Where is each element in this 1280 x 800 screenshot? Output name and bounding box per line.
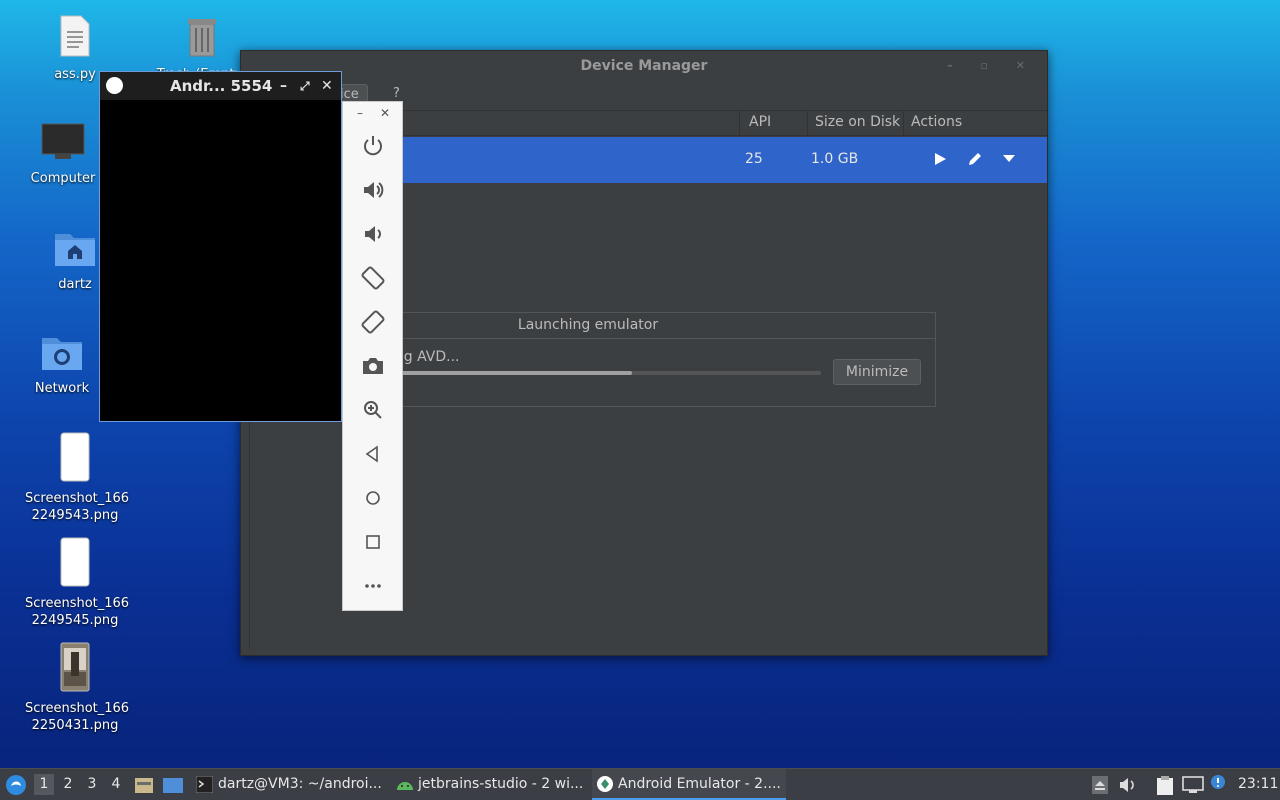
terminal-icon [196, 776, 213, 793]
desktop-icon-computer[interactable]: Computer [25, 122, 101, 186]
rotate-right-icon[interactable] [360, 309, 386, 335]
desktop-icon-screenshot-3[interactable]: Screenshot_166 2250431.png [25, 642, 130, 734]
more-icon[interactable] [360, 573, 386, 599]
task-label: Android Emulator - 2.... [618, 776, 781, 792]
eject-icon[interactable] [1092, 776, 1108, 794]
updates-icon[interactable] [1210, 774, 1226, 790]
trash-icon [188, 19, 216, 57]
image-file-icon [60, 537, 90, 587]
close-icon[interactable]: ✕ [321, 72, 333, 100]
overview-icon[interactable] [360, 529, 386, 555]
back-icon[interactable] [360, 441, 386, 467]
android-icon [397, 782, 413, 790]
column-header-size[interactable]: Size on Disk [815, 114, 900, 130]
task-label: jetbrains-studio - 2 wi... [418, 776, 584, 792]
desktop-icon-label-line1: Screenshot_166 [25, 701, 130, 716]
toolbar-minimize-icon[interactable]: – [357, 106, 363, 120]
emulator-title: Andr... 5554 [170, 77, 273, 95]
column-header-actions: Actions [911, 114, 963, 130]
emulator-window: Andr... 5554 – ⤢ ✕ [99, 71, 342, 422]
desktop-icon-screenshot-2[interactable]: Screenshot_166 2249545.png [25, 537, 130, 629]
computer-icon [41, 123, 85, 159]
desktop-icon-label-line1: Screenshot_166 [25, 596, 130, 611]
minimize-icon[interactable]: – [280, 72, 287, 100]
launch-progress-bar [391, 371, 821, 375]
desktop-icon-label: Computer [30, 171, 96, 186]
volume-down-icon[interactable] [360, 221, 386, 247]
power-icon[interactable] [360, 133, 386, 159]
dropdown-icon[interactable] [1002, 154, 1016, 164]
desktop-icon-trash[interactable]: Trash (Empty) [152, 14, 252, 74]
show-desktop-icon[interactable] [162, 775, 184, 795]
task-label: dartz@VM3: ~/androi... [218, 776, 382, 792]
row-size: 1.0 GB [811, 151, 859, 167]
emulator-screen[interactable] [100, 100, 341, 421]
window-controls[interactable]: – ▫ ✕ [947, 51, 1037, 81]
column-header-api[interactable]: API [749, 114, 771, 130]
workspace-4[interactable]: 4 [106, 774, 126, 795]
zoom-icon[interactable] [360, 397, 386, 423]
desktop-icon-label-line1: Screenshot_166 [25, 491, 130, 506]
workspace-3[interactable]: 3 [82, 774, 102, 795]
window-titlebar[interactable]: Device Manager – ▫ ✕ [241, 51, 1047, 81]
image-file-icon [60, 642, 90, 692]
home-icon[interactable] [360, 485, 386, 511]
desktop-icon-label-line2: 2250431.png [31, 718, 119, 733]
clock[interactable]: 23:11 [1238, 769, 1278, 800]
row-api: 25 [745, 151, 763, 167]
toolbar-close-icon[interactable]: ✕ [380, 106, 390, 120]
volume-up-icon[interactable] [360, 177, 386, 203]
task-android-emulator[interactable]: Android Emulator - 2.... [592, 769, 786, 800]
desktop-icon-network[interactable]: Network [25, 332, 99, 397]
text-file-icon [60, 15, 90, 57]
network-icon[interactable] [1182, 776, 1204, 794]
emulator-side-toolbar: – ✕ [342, 101, 403, 611]
start-menu-icon[interactable] [5, 774, 27, 796]
window-title: Device Manager [580, 58, 708, 74]
clipboard-icon[interactable] [1156, 775, 1174, 795]
progress-fill [391, 371, 632, 375]
taskbar: 1 2 3 4 dartz@VM3: ~/androi... jetbrains… [0, 768, 1280, 800]
workspace-1[interactable]: 1 [34, 774, 54, 795]
volume-icon[interactable] [1118, 776, 1138, 794]
camera-icon[interactable] [360, 353, 386, 379]
emulator-titlebar[interactable]: Andr... 5554 – ⤢ ✕ [100, 72, 341, 100]
home-folder-icon [55, 234, 95, 266]
task-terminal[interactable]: dartz@VM3: ~/androi... [192, 769, 382, 800]
emulator-logo-icon [106, 77, 123, 94]
emulator-icon [597, 776, 613, 792]
rotate-left-icon[interactable] [360, 265, 386, 291]
minimize-button[interactable]: Minimize [833, 359, 921, 385]
task-jetbrains-studio[interactable]: jetbrains-studio - 2 wi... [392, 769, 583, 800]
network-folder-icon [42, 338, 82, 370]
file-manager-icon[interactable] [134, 775, 154, 795]
image-file-icon [60, 432, 90, 482]
desktop-icon-label: Network [34, 381, 90, 396]
edit-icon[interactable] [967, 151, 983, 167]
desktop-icon-label-line2: 2249543.png [31, 508, 119, 523]
play-icon[interactable] [933, 152, 947, 166]
workspace-2[interactable]: 2 [58, 774, 78, 795]
fullscreen-icon[interactable]: ⤢ [300, 72, 310, 100]
desktop-icon-screenshot-1[interactable]: Screenshot_166 2249543.png [25, 432, 130, 524]
desktop-icon-label-line2: 2249545.png [31, 613, 119, 628]
